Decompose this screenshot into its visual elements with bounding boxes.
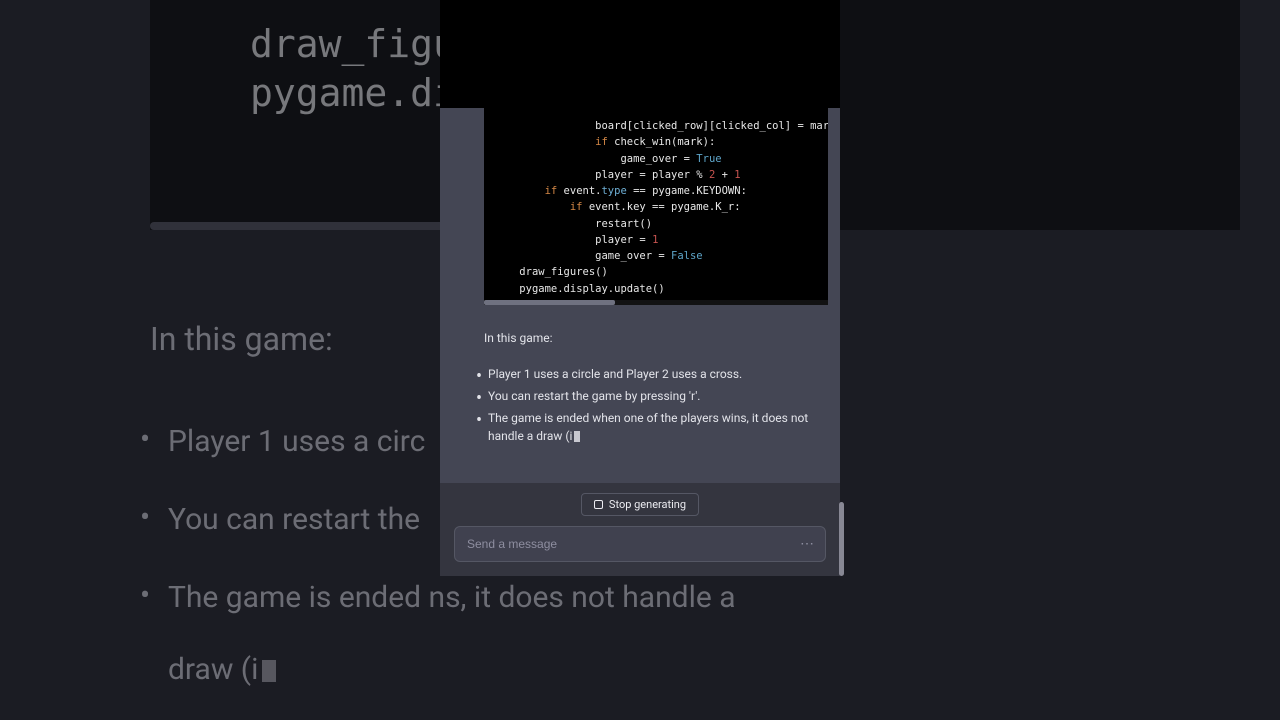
code-line: restart() <box>494 216 818 232</box>
code-line: player = player % 2 + 1 <box>494 167 818 183</box>
code-line: board[clicked_row][clicked_col] = mark <box>494 118 818 134</box>
message-input-wrap[interactable]: ⋯ <box>454 526 826 562</box>
stop-generating-button[interactable]: Stop generating <box>581 493 699 516</box>
page-scrollbar[interactable] <box>839 502 844 576</box>
list-item: Player 1 uses a circle and Player 2 uses… <box>488 365 810 383</box>
code-scrollbar-thumb[interactable] <box>484 300 615 305</box>
list-item: You can restart the game by pressing 'r'… <box>488 387 810 405</box>
bg-bullet: The game is ended ns, it does not handle… <box>168 574 1240 622</box>
chat-panel: board[clicked_row][clicked_col] = mark i… <box>440 0 840 576</box>
panel-top-spacer <box>440 0 840 108</box>
input-bar: Stop generating ⋯ <box>440 483 840 576</box>
assistant-message: board[clicked_row][clicked_col] = mark i… <box>440 108 840 576</box>
streaming-cursor <box>574 431 580 442</box>
message-input[interactable] <box>467 537 785 551</box>
explanation-section: In this game: Player 1 uses a circle and… <box>440 305 840 445</box>
code-line: game_over = False <box>494 248 818 264</box>
code-block: board[clicked_row][clicked_col] = mark i… <box>484 108 828 305</box>
list-item: The game is ended when one of the player… <box>488 409 810 445</box>
code-line: if event.key == pygame.K_r: <box>494 199 818 215</box>
explanation-heading: In this game: <box>484 329 810 347</box>
stop-label: Stop generating <box>609 498 686 511</box>
code-line: if event.type == pygame.KEYDOWN: <box>494 183 818 199</box>
code-line: pygame.display.update() <box>494 281 818 297</box>
code-line: if check_win(mark): <box>494 134 818 150</box>
explanation-list: Player 1 uses a circle and Player 2 uses… <box>484 365 810 445</box>
code-line: player = 1 <box>494 232 818 248</box>
bg-cursor <box>262 660 276 682</box>
code-line: draw_figures() <box>494 264 818 280</box>
more-icon[interactable]: ⋯ <box>800 536 815 552</box>
stop-icon <box>594 500 603 509</box>
code-line: game_over = True <box>494 151 818 167</box>
